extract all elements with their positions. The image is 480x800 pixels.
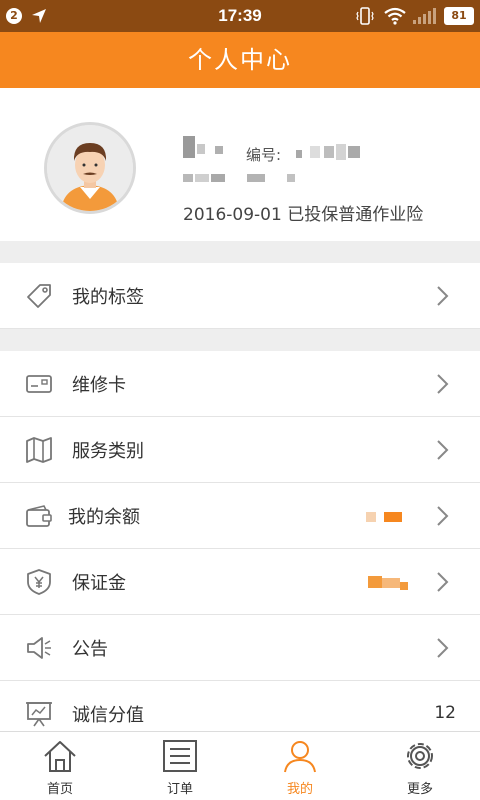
battery-icon: 81 [444, 7, 474, 25]
deposit-value-redacted [368, 576, 410, 590]
chart-board-icon [26, 702, 52, 727]
wallet-icon [26, 505, 52, 527]
menu-item-label: 服务类别 [72, 441, 144, 462]
menu-item-balance[interactable]: 我的余额 [0, 483, 480, 549]
menu-item-tags[interactable]: 我的标签 [0, 263, 480, 329]
section-divider [0, 241, 480, 263]
tag-icon [27, 284, 51, 308]
yuan-shield-icon [27, 569, 51, 595]
insurance-status: 2016-09-01 已投保普通作业险 [183, 205, 424, 225]
menu-item-label: 我的标签 [72, 287, 144, 308]
member-id-label: 编号: [246, 146, 282, 164]
chevron-right-icon [437, 506, 449, 526]
status-bar: 2 17:39 81 [0, 0, 480, 32]
list-icon [163, 740, 197, 772]
credit-score-value: 12 [434, 703, 456, 723]
section-divider [0, 329, 480, 351]
tab-orders[interactable]: 订单 [120, 732, 240, 800]
person-icon [284, 741, 316, 773]
menu-item-label: 保证金 [72, 573, 126, 594]
menu-item-repair-card[interactable]: 维修卡 [0, 351, 480, 417]
chevron-right-icon [437, 374, 449, 394]
tab-label: 更多 [406, 782, 433, 797]
tab-more[interactable]: 更多 [360, 732, 480, 800]
menu-item-label: 诚信分值 [72, 705, 144, 726]
chevron-right-icon [437, 286, 449, 306]
avatar-illustration-icon [47, 125, 133, 211]
menu-item-label: 我的余额 [68, 507, 140, 528]
menu-item-label: 维修卡 [72, 375, 126, 396]
chevron-right-icon [437, 440, 449, 460]
speaker-icon [27, 637, 51, 659]
vibrate-icon [356, 7, 374, 25]
signal-icon [413, 8, 436, 24]
map-icon [26, 437, 52, 463]
wifi-icon [384, 7, 406, 25]
profile-card[interactable]: 编号: 2016-09-01 已投保普通作业险 [0, 88, 480, 241]
chevron-right-icon [437, 572, 449, 592]
chevron-right-icon [437, 638, 449, 658]
tab-mine[interactable]: 我的 [240, 732, 360, 800]
tab-home[interactable]: 首页 [0, 732, 120, 800]
gear-icon [407, 743, 433, 769]
menu-item-announcement[interactable]: 公告 [0, 615, 480, 681]
bottom-tab-bar: 首页 订单 我的 更多 [0, 731, 480, 800]
tab-label: 订单 [166, 782, 193, 797]
tab-label: 首页 [46, 782, 73, 797]
avatar[interactable] [44, 122, 136, 214]
status-time: 17:39 [218, 6, 262, 25]
menu-item-service-categories[interactable]: 服务类别 [0, 417, 480, 483]
page-title: 个人中心 [0, 32, 480, 88]
card-icon [26, 375, 52, 393]
menu-item-deposit[interactable]: 保证金 [0, 549, 480, 615]
menu-item-label: 公告 [72, 639, 108, 660]
balance-value-redacted [366, 512, 406, 522]
tab-label: 我的 [286, 782, 313, 797]
home-icon [44, 741, 76, 772]
